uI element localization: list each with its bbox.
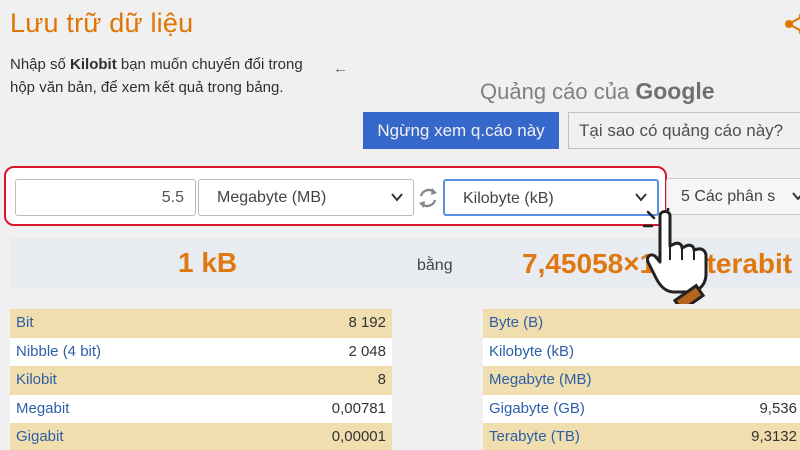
- unit-link[interactable]: Gigabit: [16, 423, 64, 450]
- unit-value: 2 048: [348, 342, 386, 360]
- unit-value: 9,536: [759, 399, 797, 417]
- converter-form: 5.5 Megabyte (MB) Kilobyte (kB): [4, 166, 667, 226]
- table-row: Kilobit 8: [10, 366, 392, 395]
- table-row: Kilobyte (kB): [483, 337, 800, 367]
- from-unit-label: Megabyte (MB): [217, 189, 327, 206]
- precision-label: 5 Các phân s: [681, 188, 776, 205]
- to-unit-label: Kilobyte (kB): [463, 190, 554, 207]
- instructions-text: Nhập số Kilobit bạn muốn chuyển đổi tron…: [10, 56, 303, 96]
- chevron-down-icon: [391, 193, 403, 202]
- table-row: Gigabyte (GB) 9,536: [483, 394, 800, 424]
- unit-link[interactable]: Megabit: [16, 395, 69, 424]
- pointing-hand-icon: [642, 208, 708, 304]
- ad-back-icon[interactable]: ←: [333, 60, 348, 77]
- result-equals-label: bằng: [417, 257, 453, 274]
- ad-feedback-panel: Quảng cáo của Google Ngừng xem q.cáo này…: [355, 62, 800, 152]
- to-unit-select[interactable]: Kilobyte (kB): [443, 179, 659, 216]
- table-row: Terabyte (TB) 9,3132: [483, 423, 800, 450]
- table-row: Gigabit 0,00001: [10, 423, 392, 450]
- google-logo: Google: [635, 78, 715, 104]
- result-source: 1 kB: [178, 247, 238, 278]
- instructions-unit: Kilobit: [70, 56, 117, 73]
- unit-value: 8 192: [348, 314, 386, 331]
- why-this-ad-button[interactable]: Tại sao có quảng cáo này?: [568, 112, 800, 149]
- unit-link[interactable]: Kilobyte (kB): [489, 338, 574, 367]
- unit-value: 8: [377, 371, 386, 388]
- ad-label: Quảng cáo của Google: [480, 78, 715, 104]
- share-icon[interactable]: [784, 11, 800, 37]
- table-row: Nibble (4 bit) 2 048: [10, 337, 392, 367]
- unit-link[interactable]: Terabyte (TB): [489, 423, 580, 450]
- unit-link[interactable]: Kilobit: [16, 366, 57, 395]
- unit-link[interactable]: Megabyte (MB): [489, 366, 592, 395]
- table-row: Megabyte (MB): [483, 366, 800, 395]
- stop-seeing-ad-button[interactable]: Ngừng xem q.cáo này: [363, 112, 559, 149]
- page: Lưu trữ dữ liệu Nhập số Kilobit bạn muốn…: [0, 0, 800, 450]
- chevron-down-icon: [792, 192, 800, 201]
- conversion-table-right: Byte (B) Kilobyte (kB) Megabyte (MB) Gig…: [483, 309, 800, 450]
- unit-link[interactable]: Byte (B): [489, 309, 543, 338]
- page-title: Lưu trữ dữ liệu: [10, 8, 194, 38]
- from-unit-select[interactable]: Megabyte (MB): [198, 179, 414, 216]
- unit-value: 0,00001: [331, 428, 386, 445]
- unit-link[interactable]: Gigabyte (GB): [489, 395, 585, 424]
- table-row: Megabit 0,00781: [10, 394, 392, 424]
- unit-value: 9,3132: [751, 428, 797, 445]
- swap-arrows-icon[interactable]: [417, 186, 439, 210]
- unit-link[interactable]: Bit: [16, 309, 34, 338]
- conversion-table-left: Bit 8 192 Nibble (4 bit) 2 048 Kilobit 8 Me…: [10, 309, 392, 450]
- table-row: Byte (B): [483, 309, 800, 338]
- value-input[interactable]: 5.5: [15, 179, 196, 216]
- unit-link[interactable]: Nibble (4 bit): [16, 338, 101, 367]
- table-row: Bit 8 192: [10, 309, 392, 338]
- unit-value: 0,00781: [331, 399, 386, 417]
